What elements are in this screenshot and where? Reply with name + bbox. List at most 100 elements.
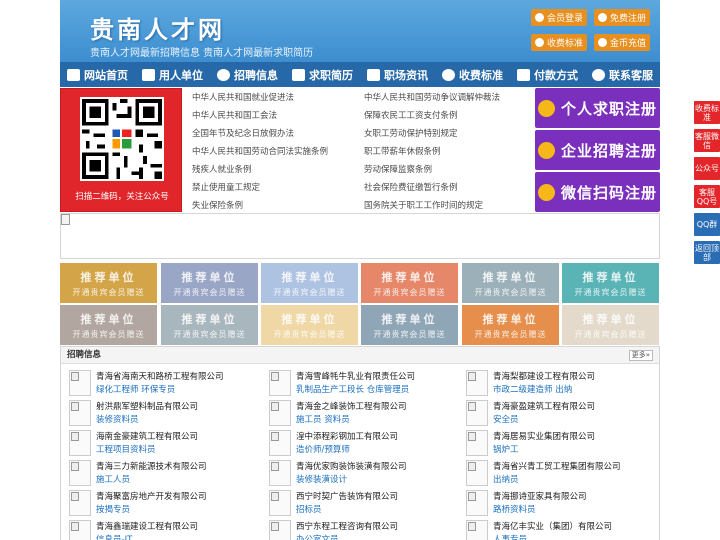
law-link[interactable]: 劳动保障监察条例 [364,163,432,175]
recommended-slot[interactable]: 推荐单位 开通贵宾会员赠送 [161,305,258,345]
register-wechat-button[interactable]: 微信扫码注册 [535,172,660,212]
job-position[interactable]: 人事专员 [493,533,527,540]
sidebar-wechat[interactable]: 客服微信 [694,129,720,152]
job-position[interactable]: 市政二级建造师 出纳 [493,383,572,395]
register-button[interactable]: 免费注册 [594,9,650,26]
job-position[interactable]: 施工员 资料员 [296,413,350,425]
recommended-slot[interactable]: 推荐单位 开通贵宾会员赠送 [60,263,157,303]
nav-resumes[interactable]: 求职简历 [285,62,360,87]
company-name[interactable]: 青海亿丰实业（集团）有限公司 [493,520,612,532]
recommended-slot[interactable]: 推荐单位 开通贵宾会员赠送 [60,305,157,345]
law-link[interactable]: 中华人民共和国就业促进法 [192,91,294,103]
job-position[interactable]: 造价师/预算师 [296,443,350,455]
company-name[interactable]: 湟中添程彩钢加工有限公司 [296,430,398,442]
nav-pricing[interactable]: 收费标准 [435,62,510,87]
company-logo[interactable] [466,400,488,426]
nav-news[interactable]: 职场资讯 [360,62,435,87]
company-logo[interactable] [269,490,291,516]
site-logo[interactable]: 贵南人才网 [90,10,225,45]
sidebar-qq-group[interactable]: QQ群 [694,213,720,236]
company-logo[interactable] [466,370,488,396]
recommended-slot[interactable]: 推荐单位 开通贵宾会员赠送 [361,263,458,303]
more-link[interactable]: 更多» [628,350,653,361]
recommended-slot[interactable]: 推荐单位 开通贵宾会员赠送 [261,263,358,303]
job-position[interactable]: 工程项目资料员 [96,443,156,455]
recommended-slot[interactable]: 推荐单位 开通贵宾会员赠送 [161,263,258,303]
job-position[interactable]: 办公室文员 [296,533,339,540]
company-logo[interactable] [69,460,91,486]
company-logo[interactable] [69,430,91,456]
recommended-slot[interactable]: 推荐单位 开通贵宾会员赠送 [462,263,559,303]
company-name[interactable]: 青海雪峰牦牛乳业有限责任公司 [296,370,415,382]
company-logo[interactable] [69,490,91,516]
recommended-slot[interactable]: 推荐单位 开通贵宾会员赠送 [562,263,659,303]
company-name[interactable]: 青海鑫瑞建设工程有限公司 [96,520,198,532]
company-logo[interactable] [69,400,91,426]
job-position[interactable]: 招标员 [296,503,322,515]
company-name[interactable]: 西宁时契广告装饰有限公司 [296,490,398,502]
job-position[interactable]: 信息员-IT [96,533,132,540]
company-logo[interactable] [269,520,291,540]
recharge-button[interactable]: 金币充值 [594,34,650,51]
job-position[interactable]: 锅炉工 [493,443,519,455]
company-name[interactable]: 青海居易实业集团有限公司 [493,430,595,442]
company-name[interactable]: 青海省兴青工贸工程集团有限公司 [493,460,621,472]
company-name[interactable]: 青海豪盈建筑工程有限公司 [493,400,595,412]
register-jobseeker-button[interactable]: 个人求职注册 [535,88,660,128]
job-position[interactable]: 按揭专员 [96,503,130,515]
company-logo[interactable] [269,430,291,456]
nav-home[interactable]: 网站首页 [60,62,135,87]
job-position[interactable]: 出纳员 [493,473,519,485]
company-name[interactable]: 青海梨都建设工程有限公司 [493,370,595,382]
job-position[interactable]: 施工人员 [96,473,130,485]
law-link[interactable]: 职工带薪年休假条例 [364,145,441,157]
ad-banner[interactable] [60,213,660,259]
job-position[interactable]: 装修资料员 [96,413,139,425]
company-name[interactable]: 青海金之峰装饰工程有限公司 [296,400,407,412]
company-name[interactable]: 射洪鼎军塑料制品有限公司 [96,400,198,412]
recommended-slot[interactable]: 推荐单位 开通贵宾会员赠送 [261,305,358,345]
recommended-slot[interactable]: 推荐单位 开通贵宾会员赠送 [562,305,659,345]
law-link[interactable]: 保障农民工工资支付条例 [364,109,458,121]
company-logo[interactable] [466,430,488,456]
sidebar-back-to-top[interactable]: 返回顶部 [694,241,720,264]
law-link[interactable]: 中华人民共和国劳动合同法实施条例 [192,145,328,157]
company-name[interactable]: 西宁东程工程咨询有限公司 [296,520,398,532]
law-link[interactable]: 禁止使用童工规定 [192,181,260,193]
company-name[interactable]: 青海三力新能源技术有限公司 [96,460,207,472]
nav-payment[interactable]: 付款方式 [510,62,585,87]
job-position[interactable]: 绿化工程师 环保专员 [96,383,175,395]
job-position[interactable]: 乳制品生产工段长 仓库管理员 [296,383,409,395]
job-position[interactable]: 路桥资料员 [493,503,536,515]
pricing-button[interactable]: 收费标准 [531,34,587,51]
law-link[interactable]: 中华人民共和国劳动争议调解仲裁法 [364,91,500,103]
company-logo[interactable] [466,490,488,516]
company-logo[interactable] [69,370,91,396]
law-link[interactable]: 残疾人就业条例 [192,163,252,175]
nav-employers[interactable]: 用人单位 [135,62,210,87]
recommended-slot[interactable]: 推荐单位 开通贵宾会员赠送 [361,305,458,345]
law-link[interactable]: 失业保险条例 [192,199,243,211]
company-name[interactable]: 青海挪诗亚家具有限公司 [493,490,587,502]
company-name[interactable]: 青海聚富房地产开发有限公司 [96,490,207,502]
company-logo[interactable] [269,400,291,426]
company-logo[interactable] [269,370,291,396]
register-company-button[interactable]: 企业招聘注册 [535,130,660,170]
company-logo[interactable] [269,460,291,486]
sidebar-qq[interactable]: 客服QQ号 [694,185,720,208]
company-logo[interactable] [466,460,488,486]
law-link[interactable]: 国务院关于职工工作时间的规定 [364,199,483,211]
law-link[interactable]: 全国年节及纪念日放假办法 [192,127,294,139]
sidebar-pricing[interactable]: 收费标准 [694,101,720,124]
law-link[interactable]: 社会保险费征缴暂行条例 [364,181,458,193]
company-name[interactable]: 海南金豪建筑工程有限公司 [96,430,198,442]
company-name[interactable]: 青海省海南天和路桥工程有限公司 [96,370,224,382]
law-link[interactable]: 中华人民共和国工会法 [192,109,277,121]
company-logo[interactable] [466,520,488,540]
login-button[interactable]: 会员登录 [531,9,587,26]
company-name[interactable]: 青海优家购装饰装潢有限公司 [296,460,407,472]
sidebar-official-account[interactable]: 公众号 [694,157,720,180]
job-position[interactable]: 安全员 [493,413,519,425]
job-position[interactable]: 装修装潢设计 [296,473,347,485]
law-link[interactable]: 女职工劳动保护特别规定 [364,127,458,139]
